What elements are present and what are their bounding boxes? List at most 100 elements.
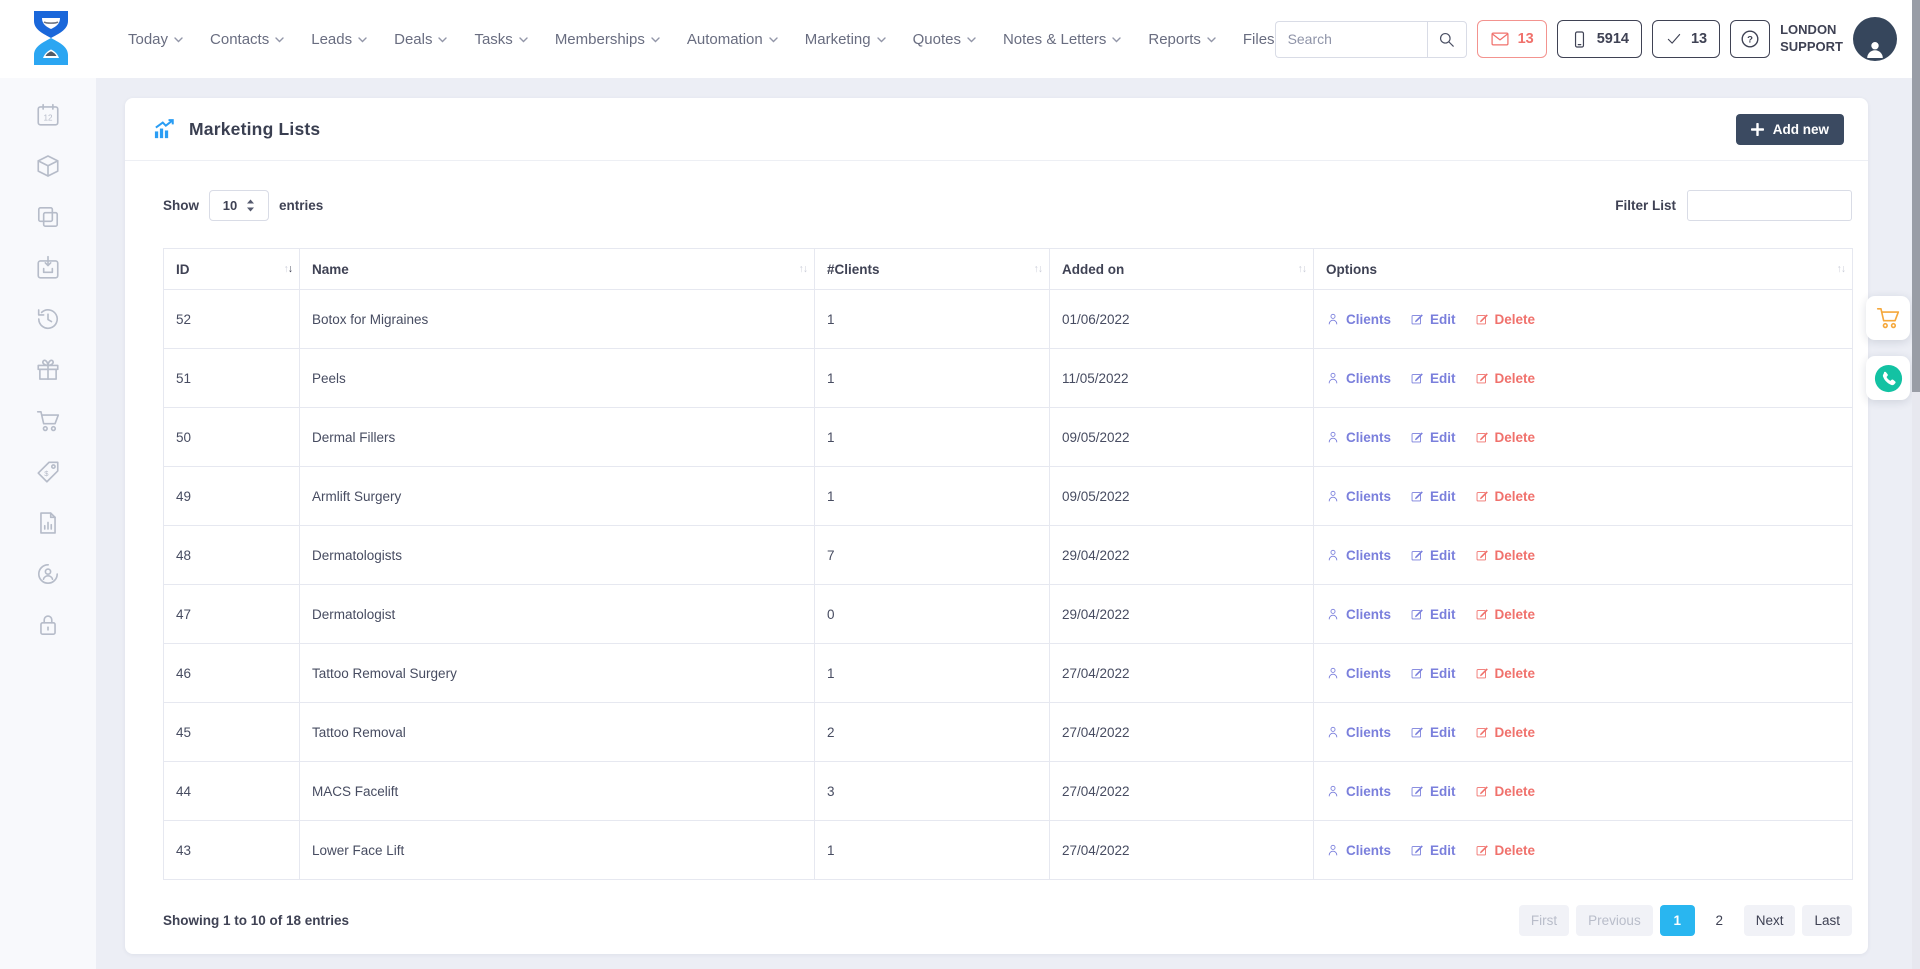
- sidebar-item-report[interactable]: [35, 510, 61, 536]
- delete-link[interactable]: Delete: [1475, 548, 1536, 563]
- cell-added-on-value: 29/04/2022: [1062, 548, 1130, 563]
- cell-id-value: 49: [176, 489, 191, 504]
- edit-icon: [1475, 843, 1489, 857]
- action-label: Edit: [1430, 312, 1456, 327]
- edit-link[interactable]: Edit: [1410, 312, 1456, 327]
- scrollbar-thumb[interactable]: [1912, 0, 1920, 392]
- menu-item-notes-letters[interactable]: Notes & Letters: [1003, 31, 1121, 48]
- floating-phone-button[interactable]: [1866, 356, 1910, 400]
- search-button[interactable]: [1427, 21, 1467, 58]
- table-row: 46Tattoo Removal Surgery127/04/2022Clien…: [164, 644, 1853, 703]
- cell-name: Tattoo Removal Surgery: [300, 644, 815, 703]
- sidebar-item-cart[interactable]: [35, 408, 61, 434]
- help-button[interactable]: ?: [1730, 20, 1770, 58]
- menu-item-leads[interactable]: Leads: [311, 31, 367, 48]
- menu-item-quotes[interactable]: Quotes: [913, 31, 976, 48]
- window-scrollbar[interactable]: [1912, 0, 1920, 969]
- edit-link[interactable]: Edit: [1410, 371, 1456, 386]
- column-header-id[interactable]: ID↑↓: [164, 249, 300, 290]
- sidebar-item-account-history[interactable]: [35, 561, 61, 587]
- delete-link[interactable]: Delete: [1475, 725, 1536, 740]
- hourglass-logo-icon[interactable]: [28, 10, 74, 68]
- menu-item-reports[interactable]: Reports: [1148, 31, 1216, 48]
- delete-link[interactable]: Delete: [1475, 843, 1536, 858]
- edit-link[interactable]: Edit: [1410, 489, 1456, 504]
- page-button-1[interactable]: 1: [1660, 905, 1695, 936]
- sidebar-item-calendar-import[interactable]: [35, 255, 61, 281]
- clients-link[interactable]: Clients: [1326, 843, 1391, 858]
- clients-link[interactable]: Clients: [1326, 430, 1391, 445]
- menu-item-automation[interactable]: Automation: [687, 31, 778, 48]
- menu-item-tasks[interactable]: Tasks: [474, 31, 527, 48]
- search-input[interactable]: [1275, 21, 1427, 58]
- edit-link[interactable]: Edit: [1410, 666, 1456, 681]
- clients-link[interactable]: Clients: [1326, 666, 1391, 681]
- sidebar-item-copy[interactable]: [35, 204, 61, 230]
- clients-link[interactable]: Clients: [1326, 312, 1391, 327]
- user-icon: [1326, 430, 1340, 444]
- clients-link[interactable]: Clients: [1326, 784, 1391, 799]
- delete-link[interactable]: Delete: [1475, 607, 1536, 622]
- cell-clients-value: 1: [827, 371, 835, 386]
- column-header-added-on[interactable]: Added on↑↓: [1050, 249, 1314, 290]
- clients-link[interactable]: Clients: [1326, 371, 1391, 386]
- sidebar-item-gift[interactable]: [35, 357, 61, 383]
- check-counter-badge[interactable]: 13: [1652, 20, 1720, 58]
- cell-clients-value: 0: [827, 607, 835, 622]
- edit-link[interactable]: Edit: [1410, 784, 1456, 799]
- delete-link[interactable]: Delete: [1475, 784, 1536, 799]
- edit-link[interactable]: Edit: [1410, 843, 1456, 858]
- clients-link[interactable]: Clients: [1326, 489, 1391, 504]
- menu-item-today[interactable]: Today: [128, 31, 183, 48]
- cell-id: 50: [164, 408, 300, 467]
- column-header-clients[interactable]: #Clients↑↓: [815, 249, 1050, 290]
- column-header-name[interactable]: Name↑↓: [300, 249, 815, 290]
- clients-link[interactable]: Clients: [1326, 725, 1391, 740]
- cell-id: 47: [164, 585, 300, 644]
- sidebar-item-lock[interactable]: [35, 612, 61, 638]
- edit-link[interactable]: Edit: [1410, 430, 1456, 445]
- mobile-counter-badge[interactable]: 5914: [1557, 20, 1642, 58]
- delete-link[interactable]: Delete: [1475, 666, 1536, 681]
- page-size-select[interactable]: 10: [209, 190, 269, 221]
- clients-link[interactable]: Clients: [1326, 548, 1391, 563]
- user-icon: [1326, 489, 1340, 503]
- floating-cart-button[interactable]: [1866, 296, 1910, 340]
- svg-text:$: $: [44, 469, 49, 478]
- cell-options: Clients Edit Delete: [1314, 703, 1853, 762]
- filter-input[interactable]: [1687, 190, 1852, 221]
- chevron-down-icon: [967, 37, 976, 43]
- menu-item-files[interactable]: Files: [1243, 31, 1275, 48]
- cell-options: Clients Edit Delete: [1314, 467, 1853, 526]
- page-button-last[interactable]: Last: [1802, 905, 1852, 936]
- mail-counter-badge[interactable]: 13: [1477, 20, 1547, 58]
- action-label: Delete: [1495, 784, 1536, 799]
- menu-item-deals[interactable]: Deals: [394, 31, 447, 48]
- page-button-previous[interactable]: Previous: [1576, 905, 1653, 936]
- avatar[interactable]: [1853, 17, 1897, 61]
- sidebar-item-history[interactable]: [35, 306, 61, 332]
- add-new-label: Add new: [1773, 122, 1829, 137]
- menu-item-contacts[interactable]: Contacts: [210, 31, 284, 48]
- menu-item-marketing[interactable]: Marketing: [805, 31, 886, 48]
- cell-name-value: Armlift Surgery: [312, 489, 401, 504]
- sidebar-item-price-tag[interactable]: $: [35, 459, 61, 485]
- page-button-2[interactable]: 2: [1702, 905, 1737, 936]
- clients-link[interactable]: Clients: [1326, 607, 1391, 622]
- edit-link[interactable]: Edit: [1410, 725, 1456, 740]
- page-button-first[interactable]: First: [1519, 905, 1569, 936]
- menu-item-memberships[interactable]: Memberships: [555, 31, 660, 48]
- delete-link[interactable]: Delete: [1475, 489, 1536, 504]
- chevron-down-icon: [1207, 37, 1216, 43]
- page-button-next[interactable]: Next: [1744, 905, 1796, 936]
- edit-link[interactable]: Edit: [1410, 607, 1456, 622]
- delete-link[interactable]: Delete: [1475, 312, 1536, 327]
- edit-link[interactable]: Edit: [1410, 548, 1456, 563]
- edit-icon: [1410, 489, 1424, 503]
- delete-link[interactable]: Delete: [1475, 371, 1536, 386]
- sidebar-item-calendar[interactable]: 12: [35, 102, 61, 128]
- column-header-options[interactable]: Options↑↓: [1314, 249, 1853, 290]
- sidebar-item-package[interactable]: [35, 153, 61, 179]
- add-new-button[interactable]: Add new: [1736, 114, 1844, 145]
- delete-link[interactable]: Delete: [1475, 430, 1536, 445]
